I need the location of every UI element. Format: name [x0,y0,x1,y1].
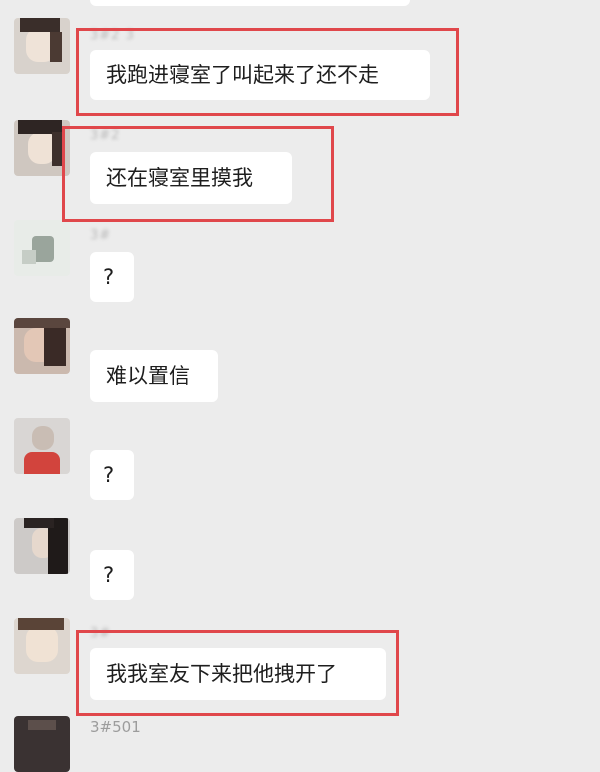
avatar[interactable] [14,120,70,176]
message-bubble[interactable]: ? [90,252,134,302]
message-bubble[interactable]: ? [90,450,134,500]
message-text: ? [103,463,115,487]
message-text: 我我室友下来把他拽开了 [106,662,337,686]
avatar[interactable] [14,418,70,474]
message-bubble[interactable]: 我跑进寝室了叫起来了还不走 [90,50,430,100]
avatar[interactable] [14,220,70,276]
message-bubble[interactable]: ? [90,550,134,600]
sender-name: 3# [90,228,112,243]
message-text: 我跑进寝室了叫起来了还不走 [106,63,379,87]
message-bubble[interactable]: 我我室友下来把他拽开了 [90,648,386,700]
avatar[interactable] [14,518,70,574]
message-bubble[interactable]: 还在寝室里摸我 [90,152,292,204]
message-text: 还在寝室里摸我 [106,166,253,190]
sender-name: 3#2 3 [90,28,135,43]
chat-message-list[interactable]: 3#2 3 我跑进寝室了叫起来了还不走 3#2 还在寝室里摸我 3# ? 难以置… [0,0,600,772]
avatar[interactable] [14,716,70,772]
avatar[interactable] [14,618,70,674]
previous-message-bubble-partial [90,0,410,6]
sender-name: 3#2 [90,128,121,143]
message-text: ? [103,265,115,289]
message-text: 难以置信 [106,364,190,388]
avatar[interactable] [14,18,70,74]
message-bubble[interactable]: 难以置信 [90,350,218,402]
avatar[interactable] [14,318,70,374]
sender-name: 3# [90,626,112,641]
sender-name: 3#501 [90,718,141,736]
message-text: ? [103,563,115,587]
